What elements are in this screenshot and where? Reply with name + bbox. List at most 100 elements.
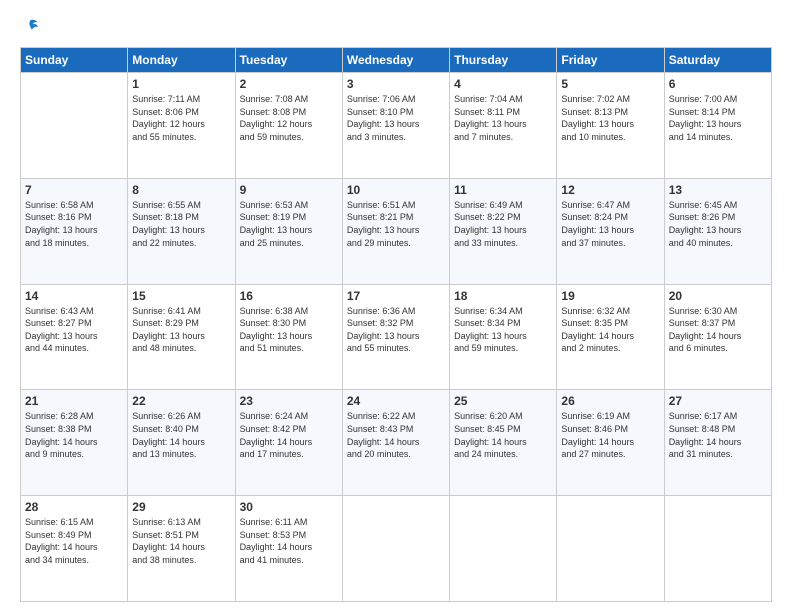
- logo-bird-icon: [21, 18, 39, 36]
- day-number: 5: [561, 77, 659, 91]
- day-number: 9: [240, 183, 338, 197]
- day-number: 1: [132, 77, 230, 91]
- day-number: 10: [347, 183, 445, 197]
- calendar-cell: 7 Sunrise: 6:58 AMSunset: 8:16 PMDaylight…: [21, 178, 128, 284]
- day-number: 6: [669, 77, 767, 91]
- day-info: Sunrise: 6:36 AMSunset: 8:32 PMDaylight:…: [347, 305, 445, 355]
- page: SundayMondayTuesdayWednesdayThursdayFrid…: [0, 0, 792, 612]
- day-number: 8: [132, 183, 230, 197]
- calendar-cell: 28Sunrise: 6:15 AMSunset: 8:49 PMDayligh…: [21, 496, 128, 602]
- calendar-cell: [557, 496, 664, 602]
- calendar-week-row: 7 Sunrise: 6:58 AMSunset: 8:16 PMDaylight…: [21, 178, 772, 284]
- calendar-cell: 17 Sunrise: 6:36 AMSunset: 8:32 PMDayligh…: [342, 284, 449, 390]
- day-number: 23: [240, 394, 338, 408]
- day-info: Sunrise: 6:32 AMSunset: 8:35 PMDaylight:…: [561, 305, 659, 355]
- calendar-cell: 6Sunrise: 7:00 AMSunset: 8:14 PMDaylight…: [664, 73, 771, 179]
- calendar-cell: [450, 496, 557, 602]
- calendar-cell: 9 Sunrise: 6:53 AMSunset: 8:19 PMDaylight…: [235, 178, 342, 284]
- calendar-cell: 13 Sunrise: 6:45 AMSunset: 8:26 PMDayligh…: [664, 178, 771, 284]
- day-info: Sunrise: 6:13 AMSunset: 8:51 PMDaylight:…: [132, 516, 230, 566]
- day-info: Sunrise: 7:06 AMSunset: 8:10 PMDaylight:…: [347, 93, 445, 143]
- day-header-wednesday: Wednesday: [342, 48, 449, 73]
- day-number: 7: [25, 183, 123, 197]
- logo: [20, 16, 100, 37]
- day-number: 13: [669, 183, 767, 197]
- day-info: Sunrise: 6:26 AMSunset: 8:40 PMDaylight:…: [132, 410, 230, 460]
- day-number: 24: [347, 394, 445, 408]
- day-header-saturday: Saturday: [664, 48, 771, 73]
- calendar-cell: [21, 73, 128, 179]
- calendar-cell: 8 Sunrise: 6:55 AMSunset: 8:18 PMDaylight…: [128, 178, 235, 284]
- day-header-monday: Monday: [128, 48, 235, 73]
- calendar-cell: 14 Sunrise: 6:43 AMSunset: 8:27 PMDayligh…: [21, 284, 128, 390]
- day-number: 27: [669, 394, 767, 408]
- day-number: 30: [240, 500, 338, 514]
- calendar-cell: 2 Sunrise: 7:08 AMSunset: 8:08 PMDaylight…: [235, 73, 342, 179]
- calendar: SundayMondayTuesdayWednesdayThursdayFrid…: [20, 47, 772, 602]
- day-number: 18: [454, 289, 552, 303]
- day-info: Sunrise: 6:41 AMSunset: 8:29 PMDaylight:…: [132, 305, 230, 355]
- header: [20, 16, 772, 37]
- day-header-sunday: Sunday: [21, 48, 128, 73]
- calendar-week-row: 28Sunrise: 6:15 AMSunset: 8:49 PMDayligh…: [21, 496, 772, 602]
- day-info: Sunrise: 6:38 AMSunset: 8:30 PMDaylight:…: [240, 305, 338, 355]
- day-number: 4: [454, 77, 552, 91]
- calendar-cell: 4 Sunrise: 7:04 AMSunset: 8:11 PMDaylight…: [450, 73, 557, 179]
- calendar-cell: 22 Sunrise: 6:26 AMSunset: 8:40 PMDayligh…: [128, 390, 235, 496]
- day-info: Sunrise: 6:30 AMSunset: 8:37 PMDaylight:…: [669, 305, 767, 355]
- day-number: 11: [454, 183, 552, 197]
- day-number: 26: [561, 394, 659, 408]
- calendar-cell: 27 Sunrise: 6:17 AMSunset: 8:48 PMDayligh…: [664, 390, 771, 496]
- day-info: Sunrise: 6:17 AMSunset: 8:48 PMDaylight:…: [669, 410, 767, 460]
- calendar-cell: 23Sunrise: 6:24 AMSunset: 8:42 PMDayligh…: [235, 390, 342, 496]
- day-info: Sunrise: 6:55 AMSunset: 8:18 PMDaylight:…: [132, 199, 230, 249]
- day-info: Sunrise: 6:47 AMSunset: 8:24 PMDaylight:…: [561, 199, 659, 249]
- day-number: 15: [132, 289, 230, 303]
- calendar-cell: 3 Sunrise: 7:06 AMSunset: 8:10 PMDaylight…: [342, 73, 449, 179]
- calendar-cell: 19 Sunrise: 6:32 AMSunset: 8:35 PMDayligh…: [557, 284, 664, 390]
- calendar-cell: [664, 496, 771, 602]
- calendar-cell: 1 Sunrise: 7:11 AMSunset: 8:06 PMDaylight…: [128, 73, 235, 179]
- day-number: 19: [561, 289, 659, 303]
- day-number: 3: [347, 77, 445, 91]
- day-header-thursday: Thursday: [450, 48, 557, 73]
- day-info: Sunrise: 6:22 AMSunset: 8:43 PMDaylight:…: [347, 410, 445, 460]
- day-info: Sunrise: 6:28 AMSunset: 8:38 PMDaylight:…: [25, 410, 123, 460]
- day-number: 28: [25, 500, 123, 514]
- day-number: 14: [25, 289, 123, 303]
- calendar-cell: 16 Sunrise: 6:38 AMSunset: 8:30 PMDayligh…: [235, 284, 342, 390]
- calendar-cell: 18 Sunrise: 6:34 AMSunset: 8:34 PMDayligh…: [450, 284, 557, 390]
- day-info: Sunrise: 6:34 AMSunset: 8:34 PMDaylight:…: [454, 305, 552, 355]
- calendar-cell: 24 Sunrise: 6:22 AMSunset: 8:43 PMDayligh…: [342, 390, 449, 496]
- calendar-cell: [342, 496, 449, 602]
- day-number: 17: [347, 289, 445, 303]
- day-info: Sunrise: 6:43 AMSunset: 8:27 PMDaylight:…: [25, 305, 123, 355]
- calendar-cell: 26 Sunrise: 6:19 AMSunset: 8:46 PMDayligh…: [557, 390, 664, 496]
- calendar-header-row: SundayMondayTuesdayWednesdayThursdayFrid…: [21, 48, 772, 73]
- day-header-tuesday: Tuesday: [235, 48, 342, 73]
- day-number: 12: [561, 183, 659, 197]
- day-info: Sunrise: 6:45 AMSunset: 8:26 PMDaylight:…: [669, 199, 767, 249]
- day-info: Sunrise: 6:58 AMSunset: 8:16 PMDaylight:…: [25, 199, 123, 249]
- calendar-week-row: 1 Sunrise: 7:11 AMSunset: 8:06 PMDaylight…: [21, 73, 772, 179]
- calendar-week-row: 21Sunrise: 6:28 AMSunset: 8:38 PMDayligh…: [21, 390, 772, 496]
- day-number: 16: [240, 289, 338, 303]
- calendar-cell: 29 Sunrise: 6:13 AMSunset: 8:51 PMDayligh…: [128, 496, 235, 602]
- day-info: Sunrise: 6:49 AMSunset: 8:22 PMDaylight:…: [454, 199, 552, 249]
- day-info: Sunrise: 6:11 AMSunset: 8:53 PMDaylight:…: [240, 516, 338, 566]
- day-info: Sunrise: 6:20 AMSunset: 8:45 PMDaylight:…: [454, 410, 552, 460]
- day-number: 29: [132, 500, 230, 514]
- day-info: Sunrise: 7:08 AMSunset: 8:08 PMDaylight:…: [240, 93, 338, 143]
- day-info: Sunrise: 7:04 AMSunset: 8:11 PMDaylight:…: [454, 93, 552, 143]
- calendar-cell: 5Sunrise: 7:02 AMSunset: 8:13 PMDaylight…: [557, 73, 664, 179]
- day-info: Sunrise: 6:51 AMSunset: 8:21 PMDaylight:…: [347, 199, 445, 249]
- day-info: Sunrise: 7:11 AMSunset: 8:06 PMDaylight:…: [132, 93, 230, 143]
- day-number: 2: [240, 77, 338, 91]
- calendar-cell: 15 Sunrise: 6:41 AMSunset: 8:29 PMDayligh…: [128, 284, 235, 390]
- calendar-cell: 11 Sunrise: 6:49 AMSunset: 8:22 PMDayligh…: [450, 178, 557, 284]
- day-info: Sunrise: 6:19 AMSunset: 8:46 PMDaylight:…: [561, 410, 659, 460]
- day-info: Sunrise: 6:53 AMSunset: 8:19 PMDaylight:…: [240, 199, 338, 249]
- calendar-cell: 10 Sunrise: 6:51 AMSunset: 8:21 PMDayligh…: [342, 178, 449, 284]
- day-number: 22: [132, 394, 230, 408]
- day-number: 25: [454, 394, 552, 408]
